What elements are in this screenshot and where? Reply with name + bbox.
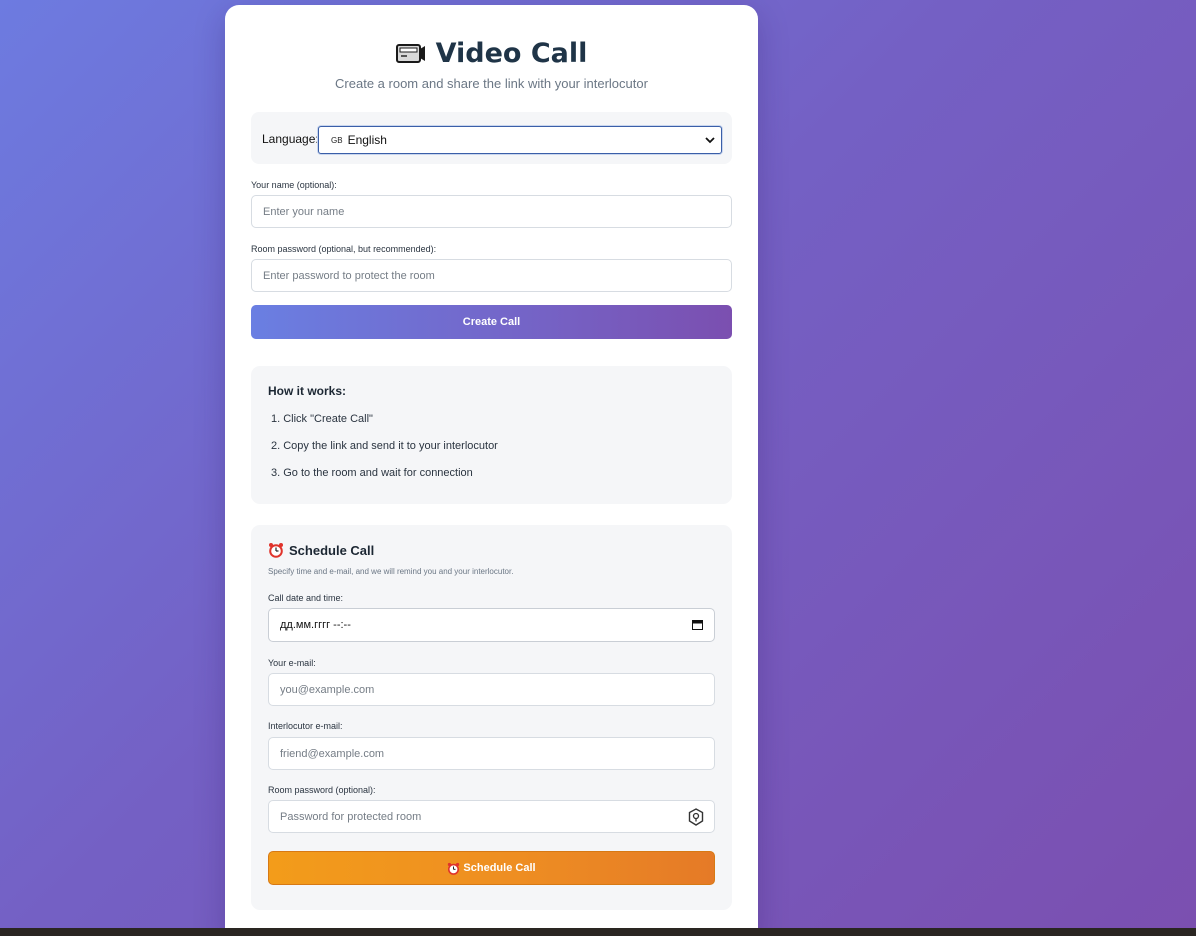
password-manager-icon[interactable] — [688, 808, 704, 826]
name-placeholder: Enter your name — [263, 205, 345, 218]
how-it-works-title: How it works: — [268, 384, 347, 398]
language-label: Language: — [262, 132, 319, 146]
how-step-2: 2. Copy the link and send it to your int… — [271, 440, 498, 452]
schedule-call-button[interactable]: Schedule Call — [268, 851, 715, 885]
email-placeholder: you@example.com — [280, 683, 375, 696]
page-title: Video Call — [435, 37, 588, 69]
calendar-icon[interactable] — [692, 619, 703, 630]
password-input[interactable]: Enter password to protect the room — [251, 259, 732, 292]
room-password-input[interactable]: Password for protected room — [268, 800, 715, 833]
video-camera-icon — [395, 41, 426, 65]
language-selected-value: English — [347, 133, 387, 147]
page-subtitle: Create a room and share the link with yo… — [335, 76, 648, 91]
how-step-1: 1. Click "Create Call" — [271, 413, 373, 425]
datetime-input[interactable]: дд.мм.гггг --:-- — [268, 608, 715, 642]
schedule-call-button-label: Schedule Call — [463, 862, 536, 874]
how-it-works-panel: How it works: 1. Click "Create Call" 2. … — [251, 366, 732, 504]
room-password-label: Room password (optional): — [268, 785, 376, 795]
alarm-clock-icon — [268, 542, 284, 558]
room-password-placeholder: Password for protected room — [280, 810, 422, 823]
schedule-title: Schedule Call — [289, 542, 375, 558]
friend-email-input[interactable]: friend@example.com — [268, 737, 715, 770]
page-header: Video Call — [225, 35, 758, 71]
how-step-3: 3. Go to the room and wait for connectio… — [271, 467, 473, 479]
password-placeholder: Enter password to protect the room — [263, 269, 435, 282]
alarm-clock-icon — [447, 862, 460, 875]
flag-gb-icon: GB — [331, 135, 343, 145]
video-call-card: Video Call Create a room and share the l… — [225, 5, 758, 936]
taskbar-edge — [0, 928, 1196, 936]
email-input[interactable]: you@example.com — [268, 673, 715, 706]
chevron-down-icon — [704, 133, 716, 147]
datetime-value: дд.мм.гггг --:-- — [280, 619, 351, 631]
create-call-button[interactable]: Create Call — [251, 305, 732, 339]
schedule-call-panel: Schedule Call Specify time and e-mail, a… — [251, 525, 732, 910]
friend-email-placeholder: friend@example.com — [280, 747, 385, 760]
schedule-header: Schedule Call — [268, 542, 374, 558]
name-input[interactable]: Enter your name — [251, 195, 732, 228]
schedule-description: Specify time and e-mail, and we will rem… — [268, 567, 514, 576]
name-label: Your name (optional): — [251, 180, 337, 190]
email-label: Your e-mail: — [268, 658, 316, 668]
language-panel: Language: GB English — [251, 112, 732, 164]
language-select[interactable]: GB English — [318, 126, 722, 154]
password-label: Room password (optional, but recommended… — [251, 244, 437, 254]
datetime-label: Call date and time: — [268, 593, 344, 603]
friend-email-label: Interlocutor e-mail: — [268, 721, 343, 731]
